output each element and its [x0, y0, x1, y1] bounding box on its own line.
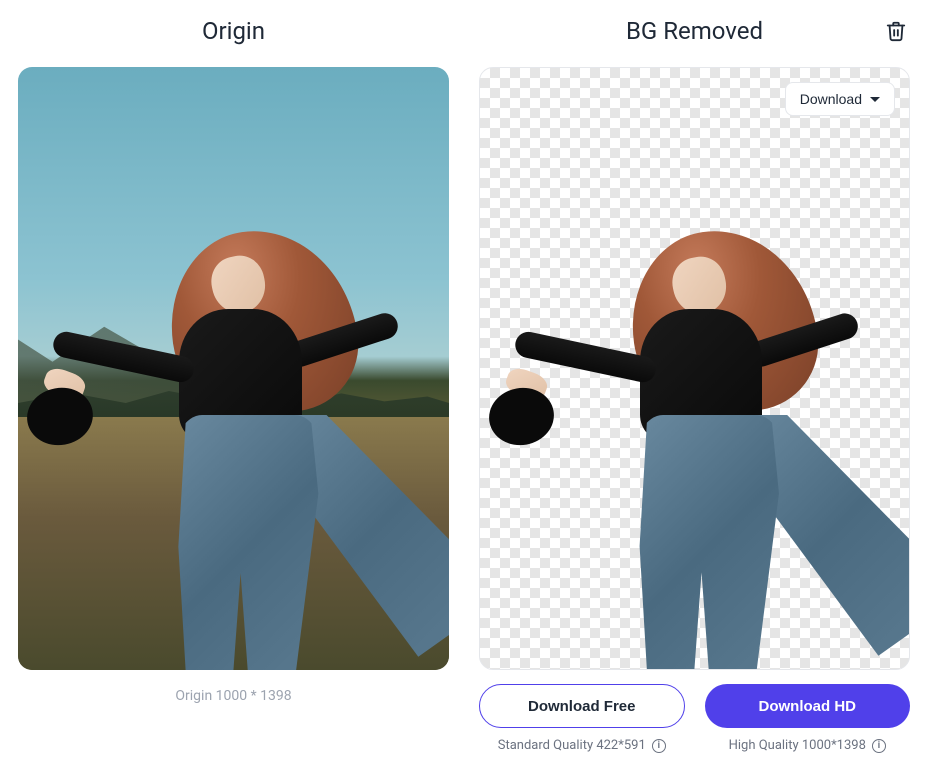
origin-panel: Origin Origin 1000 * 1398 — [18, 15, 449, 765]
standard-quality-info: Standard Quality 422*591 i — [498, 738, 666, 753]
removed-image: Download — [479, 67, 910, 670]
info-icon[interactable]: i — [652, 739, 666, 753]
delete-button[interactable] — [882, 17, 910, 45]
high-quality-text: High Quality 1000*1398 — [729, 738, 866, 753]
caret-down-icon — [870, 97, 880, 102]
high-quality-info: High Quality 1000*1398 i — [729, 738, 886, 753]
download-dropdown-label: Download — [800, 91, 862, 107]
trash-icon — [885, 20, 907, 42]
download-hd-label: Download HD — [759, 698, 857, 715]
removed-panel: BG Removed Download — [479, 15, 910, 765]
info-icon[interactable]: i — [872, 739, 886, 753]
origin-caption: Origin 1000 * 1398 — [18, 688, 449, 704]
download-free-label: Download Free — [528, 698, 636, 715]
removed-title: BG Removed — [626, 15, 763, 47]
origin-image — [18, 67, 449, 670]
standard-quality-text: Standard Quality 422*591 — [498, 738, 646, 753]
origin-title: Origin — [18, 15, 449, 47]
download-hd-button[interactable]: Download HD — [705, 684, 911, 728]
download-free-button[interactable]: Download Free — [479, 684, 685, 728]
download-dropdown-button[interactable]: Download — [785, 82, 895, 116]
